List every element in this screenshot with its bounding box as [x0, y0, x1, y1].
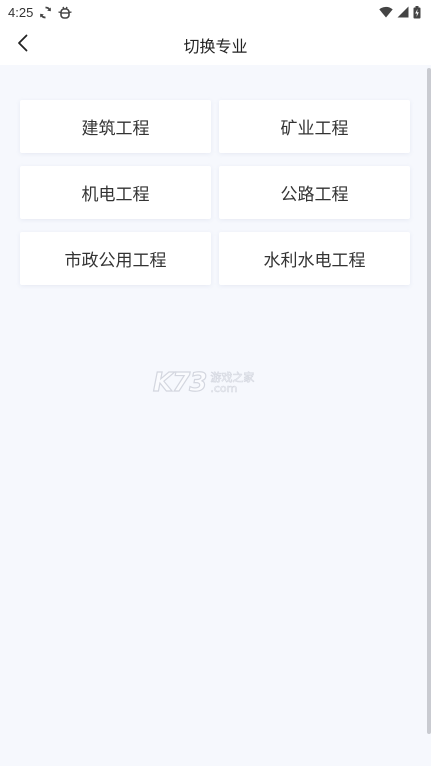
battery-icon — [413, 5, 421, 19]
major-grid: 建筑工程 矿业工程 机电工程 公路工程 市政公用工程 水利水电工程 — [20, 100, 410, 285]
watermark-logo: K73 游戏之家 .com — [152, 367, 278, 398]
major-option-water-conservancy[interactable]: 水利水电工程 — [219, 232, 410, 285]
major-option-mining[interactable]: 矿业工程 — [219, 100, 410, 153]
content-area: 建筑工程 矿业工程 机电工程 公路工程 市政公用工程 水利水电工程 — [0, 65, 431, 766]
chevron-left-icon — [16, 34, 30, 56]
watermark-brand: K73 — [152, 367, 208, 398]
major-option-electromechanical[interactable]: 机电工程 — [20, 166, 211, 219]
watermark-text: 游戏之家 .com — [210, 372, 255, 395]
signal-icon — [397, 6, 409, 18]
sync-icon — [39, 6, 52, 19]
status-time: 4:25 — [8, 4, 34, 20]
scrollbar[interactable] — [427, 68, 431, 734]
app-bar: 切换专业 — [0, 24, 431, 65]
wifi-icon — [379, 6, 393, 18]
page-title: 切换专业 — [183, 36, 248, 56]
major-option-highway[interactable]: 公路工程 — [219, 166, 410, 219]
major-option-municipal[interactable]: 市政公用工程 — [20, 232, 211, 285]
major-option-architecture[interactable]: 建筑工程 — [20, 100, 211, 153]
status-right — [379, 5, 421, 19]
back-button[interactable] — [8, 24, 38, 65]
status-left: 4:25 — [8, 5, 72, 20]
status-bar: 4:25 — [0, 0, 431, 24]
watermark-domain: .com — [210, 382, 238, 395]
bug-icon — [58, 6, 72, 19]
